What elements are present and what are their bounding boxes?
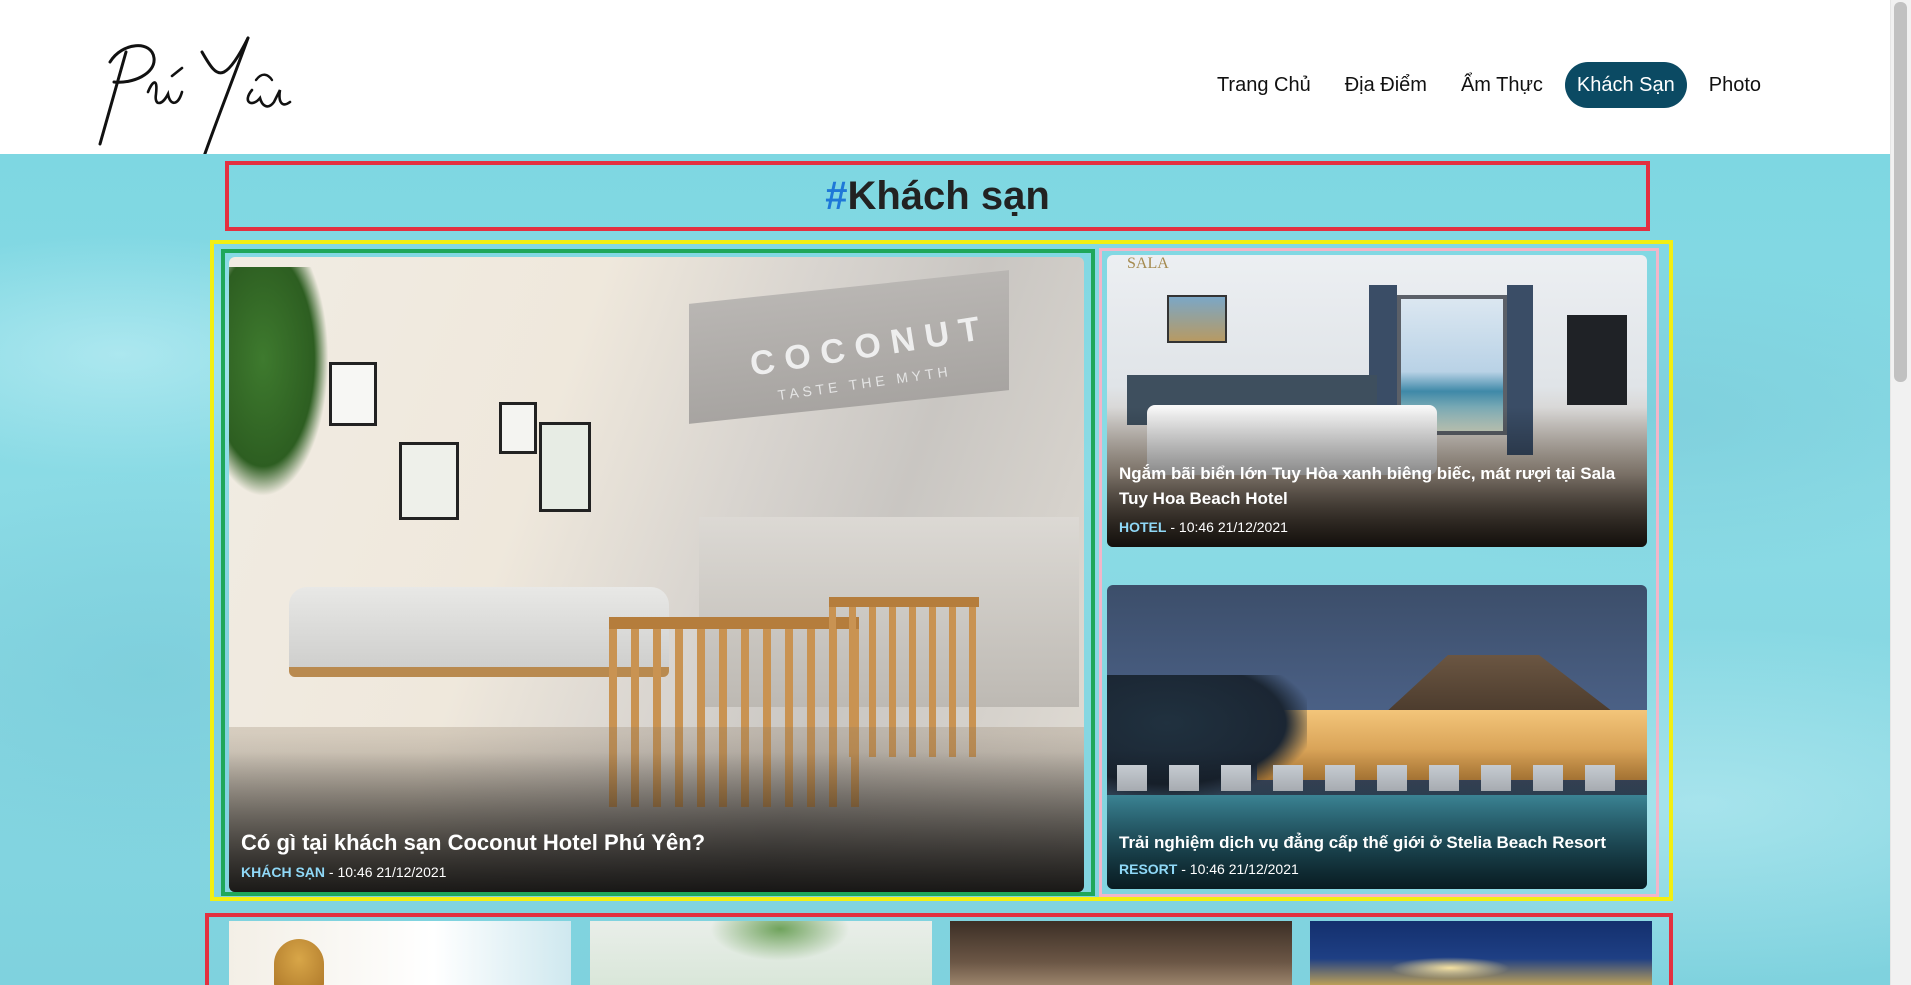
page-title: #Khách sạn [825,174,1050,219]
featured-side-sep-stelia: - [1177,861,1190,877]
nav-item-dia-diem[interactable]: Địa Điểm [1333,62,1439,108]
article-thumb-1[interactable] [229,921,571,985]
photo-plant [229,267,329,497]
featured-side-date-sala: 10:46 21/12/2021 [1178,519,1288,535]
featured-main-title[interactable]: Có gì tại khách sạn Coconut Hotel Phú Yê… [241,830,1070,856]
page-scrollbar[interactable] [1890,0,1911,985]
photo-foliage [710,921,850,961]
featured-main-card[interactable]: COCONUT TASTE THE MYTH Có gì tại khách s… [229,257,1084,892]
featured-main-caption: Có gì tại khách sạn Coconut Hotel Phú Yê… [241,830,1070,880]
nav-item-khach-san[interactable]: Khách Sạn [1564,62,1687,108]
nav-item-trang-chu[interactable]: Trang Chủ [1205,62,1323,108]
featured-main-sep: - [325,864,338,880]
featured-side-meta-stelia: RESORT - 10:46 21/12/2021 [1119,861,1633,877]
photo-tv [1567,315,1627,405]
page-title-hash: # [825,173,848,218]
featured-side-caption-stelia: Trải nghiệm dịch vụ đẳng cấp thế giới ở … [1119,833,1633,877]
site-logo[interactable] [92,32,302,172]
featured-side-category-sala[interactable]: HOTEL [1119,519,1166,535]
more-articles-strip [205,913,1673,985]
featured-side-caption-sala: Ngắm bãi biển lớn Tuy Hòa xanh biêng biế… [1119,461,1633,535]
article-thumb-2[interactable] [590,921,932,985]
featured-side-card-sala[interactable]: SALA Ngắm bãi biển lớn Tuy Hòa xanh biên… [1107,255,1647,547]
featured-side-frame: SALA Ngắm bãi biển lớn Tuy Hòa xanh biên… [1099,248,1659,897]
photo-frame-3 [499,402,537,454]
article-thumb-3[interactable] [950,921,1292,985]
featured-side-meta-sala: HOTEL - 10:46 21/12/2021 [1119,519,1633,535]
featured-side-card-stelia[interactable]: Trải nghiệm dịch vụ đẳng cấp thế giới ở … [1107,585,1647,889]
photo-lanterns [1390,957,1510,979]
featured-main-meta: KHÁCH SẠN - 10:46 21/12/2021 [241,864,1070,880]
photo-frame-2 [399,442,459,520]
photo-frame-4 [539,422,591,512]
site-header: Trang Chủ Địa Điểm Ẩm Thực Khách Sạn Pho… [0,0,1890,170]
featured-side-category-stelia[interactable]: RESORT [1119,861,1177,877]
photo-sala-logo: SALA [1127,255,1169,272]
featured-main-date: 10:46 21/12/2021 [337,864,447,880]
featured-side-title-stelia[interactable]: Trải nghiệm dịch vụ đẳng cấp thế giới ở … [1119,833,1633,853]
photo-frame-1 [329,362,377,426]
featured-main-category[interactable]: KHÁCH SẠN [241,864,325,880]
scrollbar-thumb[interactable] [1894,2,1907,382]
nav-item-photo[interactable]: Photo [1697,62,1773,108]
featured-side-title-sala[interactable]: Ngắm bãi biển lớn Tuy Hòa xanh biêng biế… [1119,461,1633,511]
article-thumb-4[interactable] [1310,921,1652,985]
page-title-box: #Khách sạn [225,161,1650,231]
featured-side-sep-sala: - [1166,519,1179,535]
main-nav: Trang Chủ Địa Điểm Ẩm Thực Khách Sạn Pho… [1205,62,1773,108]
photo-lamp [274,939,324,985]
page-title-text: Khách sạn [847,173,1050,218]
featured-main-frame: COCONUT TASTE THE MYTH Có gì tại khách s… [221,249,1095,896]
photo-resort-roof [1383,655,1617,715]
featured-section: COCONUT TASTE THE MYTH Có gì tại khách s… [210,240,1673,901]
nav-item-am-thuc[interactable]: Ẩm Thực [1449,62,1555,108]
photo-wall-art [1167,295,1227,343]
featured-side-date-stelia: 10:46 21/12/2021 [1189,861,1299,877]
